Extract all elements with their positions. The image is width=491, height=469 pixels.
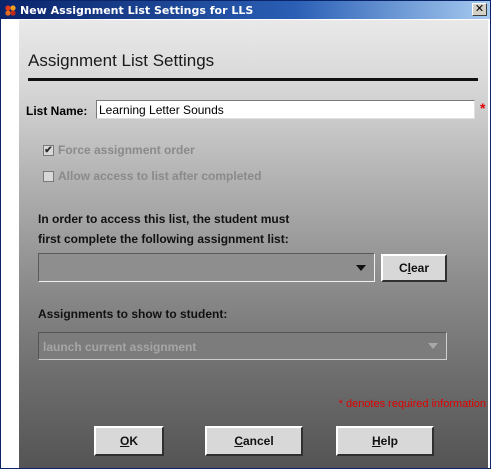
prereq-text-line1: In order to access this list, the studen… bbox=[38, 212, 290, 226]
list-name-label: List Name: bbox=[26, 104, 88, 118]
ok-label-post: K bbox=[129, 434, 138, 448]
close-icon[interactable]: ✕ bbox=[472, 3, 487, 16]
help-label-post: elp bbox=[380, 434, 398, 448]
window-title: New Assignment List Settings for LLS bbox=[20, 3, 254, 17]
required-note: * denotes required information bbox=[338, 398, 486, 410]
force-order-checkbox[interactable]: ✔ bbox=[43, 144, 54, 156]
ok-button[interactable]: OK bbox=[94, 426, 164, 456]
prereq-text-line2: first complete the following assignment … bbox=[38, 232, 289, 246]
chevron-down-icon[interactable] bbox=[356, 264, 366, 271]
page-title: Assignment List Settings bbox=[28, 51, 215, 70]
app-icon bbox=[4, 4, 17, 17]
allow-access-checkbox[interactable] bbox=[43, 170, 54, 182]
allow-access-label: Allow access to list after completed bbox=[58, 169, 262, 183]
dialog-window: New Assignment List Settings for LLS ✕ A… bbox=[0, 0, 491, 469]
force-order-label: Force assignment order bbox=[58, 143, 195, 157]
heading-divider bbox=[28, 78, 478, 81]
ok-label-mnemonic: O bbox=[119, 434, 130, 448]
chevron-down-icon[interactable] bbox=[428, 343, 438, 349]
list-name-input[interactable]: Learning Letter Sounds bbox=[96, 100, 475, 119]
clear-label-post: ear bbox=[410, 261, 430, 275]
force-order-option[interactable]: ✔ Force assignment order bbox=[43, 143, 195, 157]
help-button[interactable]: Help bbox=[336, 426, 434, 456]
assignments-select[interactable]: launch current assignment bbox=[38, 332, 447, 360]
title-bar[interactable]: New Assignment List Settings for LLS ✕ bbox=[1, 1, 490, 19]
cancel-button[interactable]: Cancel bbox=[205, 426, 303, 456]
cancel-label-post: ancel bbox=[242, 434, 274, 448]
clear-label-pre: C bbox=[398, 261, 408, 275]
clear-button[interactable]: Cl ear bbox=[381, 254, 447, 282]
assignments-label: Assignments to show to student: bbox=[38, 307, 228, 321]
prereq-list-select[interactable] bbox=[38, 253, 375, 282]
left-strip bbox=[2, 20, 19, 468]
allow-access-option[interactable]: Allow access to list after completed bbox=[43, 169, 261, 183]
assignments-select-value: launch current assignment bbox=[43, 340, 197, 354]
cancel-label-mnemonic: C bbox=[234, 434, 243, 448]
required-star: * bbox=[480, 100, 486, 116]
help-label-mnemonic: H bbox=[371, 434, 381, 448]
